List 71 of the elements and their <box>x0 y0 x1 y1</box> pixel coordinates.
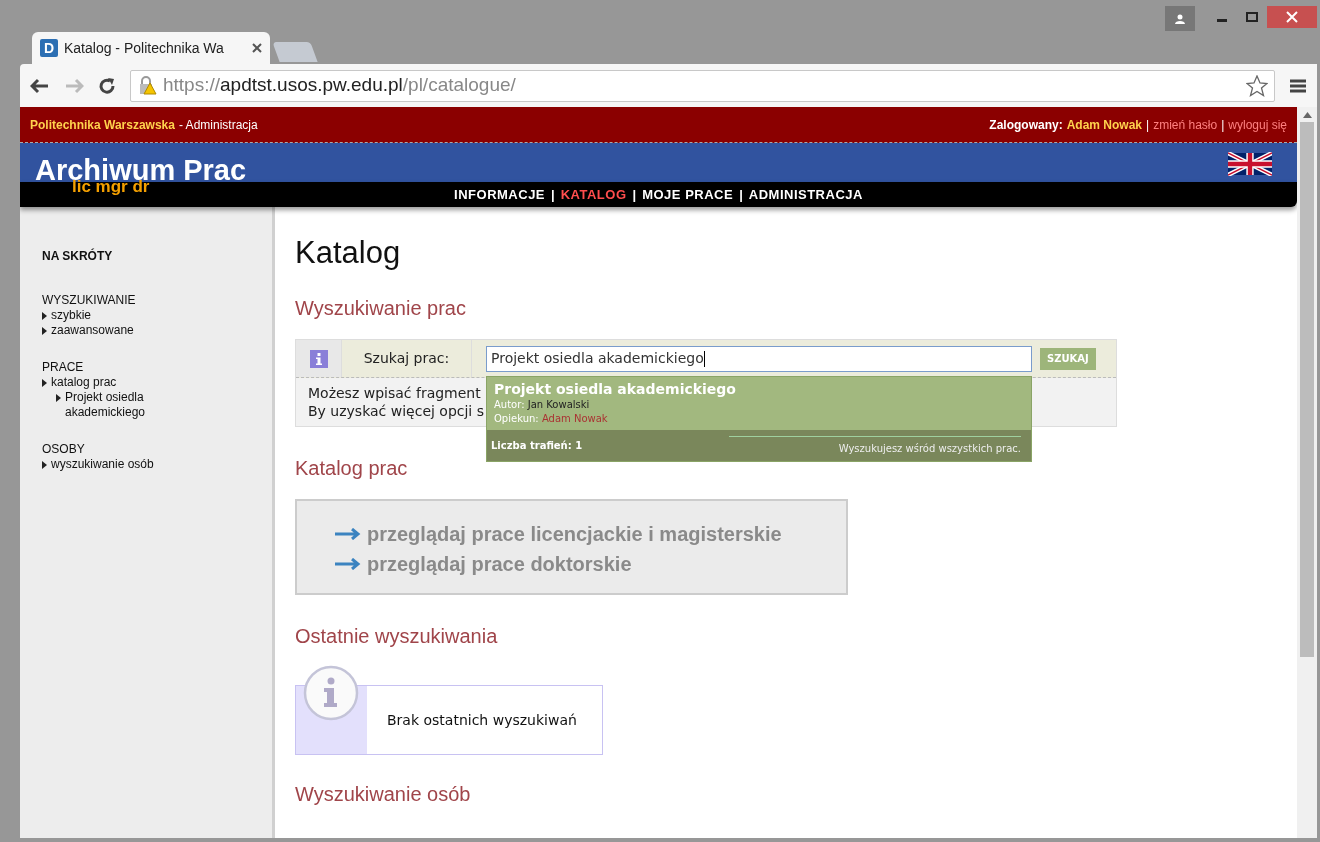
sidebar-link[interactable]: wyszukiwanie osób <box>42 457 272 472</box>
triangle-bullet-icon <box>42 379 47 387</box>
sidebar-heading: PRACE <box>42 360 85 375</box>
section-name: - Administracja <box>178 116 258 134</box>
browser-tab[interactable]: D Katalog - Politechnika Wa <box>32 32 270 64</box>
separator: | <box>1146 116 1150 134</box>
supervisor-name: Adam Nowak <box>541 413 608 424</box>
lock-warning-icon <box>137 75 157 96</box>
nav-link[interactable]: INFORMACJE <box>454 184 546 205</box>
hint-text: Możesz wpisać fragment <box>308 384 481 402</box>
search-scope: Wyszukujesz wśród wszystkich prac. <box>728 435 1021 456</box>
favicon: D <box>40 39 58 57</box>
nav-link[interactable]: MOJE PRACE <box>642 184 734 205</box>
nav-link[interactable]: KATALOG <box>560 184 627 205</box>
section-heading: Wyszukiwanie prac <box>295 296 466 321</box>
sidebar-link[interactable]: szybkie <box>42 308 272 323</box>
star-icon[interactable] <box>1246 74 1268 97</box>
scrollbar[interactable] <box>1297 107 1317 838</box>
close-icon <box>1286 11 1298 23</box>
triangle-bullet-icon <box>56 394 61 402</box>
page-title: Katalog <box>295 235 401 271</box>
header-link[interactable]: zmień hasło <box>1153 115 1218 134</box>
arrow-right-icon <box>335 528 361 540</box>
author-label: Autor: <box>494 399 526 410</box>
empty-message: Brak ostatnich wyszukiwań <box>387 710 577 730</box>
sidebar-link[interactable]: zaawansowane <box>42 323 272 338</box>
nav-link[interactable]: ADMINISTRACJA <box>748 184 863 205</box>
sidebar-heading: WYSZUKIWANIE <box>42 293 137 308</box>
url-host: apdtst.usos.pw.edu.pl <box>220 74 403 96</box>
hit-count: Liczba trafień: 1 <box>491 439 583 453</box>
url-scheme: https:// <box>163 74 221 96</box>
institution-name: Politechnika Warszawska <box>30 116 175 134</box>
info-icon <box>302 665 360 723</box>
url-path: /pl/catalogue/ <box>402 74 516 96</box>
section-heading: Ostatnie wyszukiwania <box>295 624 498 649</box>
sidebar-link[interactable]: Projekt osiedla akademickiego <box>56 390 192 420</box>
search-label: Szukaj prac: <box>363 349 450 368</box>
separator: | <box>632 185 637 204</box>
address-bar[interactable]: https://apdtst.usos.pw.edu.pl/pl/catalogue/ <box>130 69 1275 102</box>
menu-icon[interactable] <box>1289 77 1307 94</box>
user-link[interactable]: Adam Nowak <box>1066 115 1142 134</box>
person-icon <box>1174 13 1186 24</box>
back-arrow-icon[interactable] <box>30 77 50 94</box>
profile-button[interactable] <box>1165 6 1195 31</box>
section-heading: Wyszukiwanie osób <box>295 782 471 807</box>
suggestion-title: Projekt osiedla akademickiego <box>494 381 737 398</box>
header-link[interactable]: wyloguj się <box>1228 115 1287 134</box>
info-icon[interactable] <box>309 349 328 368</box>
logged-label: Zalogowany: <box>989 116 1063 134</box>
sidebar-title: NA SKRÓTY <box>42 247 114 265</box>
arrow-right-icon <box>335 558 361 570</box>
triangle-bullet-icon <box>42 461 47 469</box>
reload-icon[interactable] <box>98 76 116 95</box>
close-icon[interactable] <box>252 43 262 53</box>
author-name: Jan Kowalski <box>527 399 590 410</box>
search-field[interactable]: Projekt osiedla akademickiego <box>486 345 1032 372</box>
section-heading: Katalog prac <box>295 456 408 481</box>
supervisor-label: Opiekun: <box>494 413 540 424</box>
triangle-bullet-icon <box>42 327 47 335</box>
separator: | <box>739 185 743 204</box>
scroll-up-arrow-icon[interactable] <box>1302 112 1312 118</box>
sidebar-heading: OSOBY <box>42 442 86 457</box>
tab-title: Katalog - Politechnika Wa <box>64 38 224 58</box>
hint-text: By uzyskać więcej opcji s <box>308 402 484 420</box>
separator: | <box>551 185 555 204</box>
uk-flag-icon[interactable] <box>1228 152 1272 176</box>
triangle-bullet-icon <box>42 312 47 320</box>
close-window-button[interactable] <box>1267 6 1317 28</box>
separator: | <box>1221 116 1225 134</box>
sidebar-link[interactable]: katalog prac <box>42 375 272 390</box>
suggestion-item[interactable]: Projekt osiedla akademickiego Autor: Jan Kowalski Opiekun: Adam Nowak <box>487 377 1031 430</box>
